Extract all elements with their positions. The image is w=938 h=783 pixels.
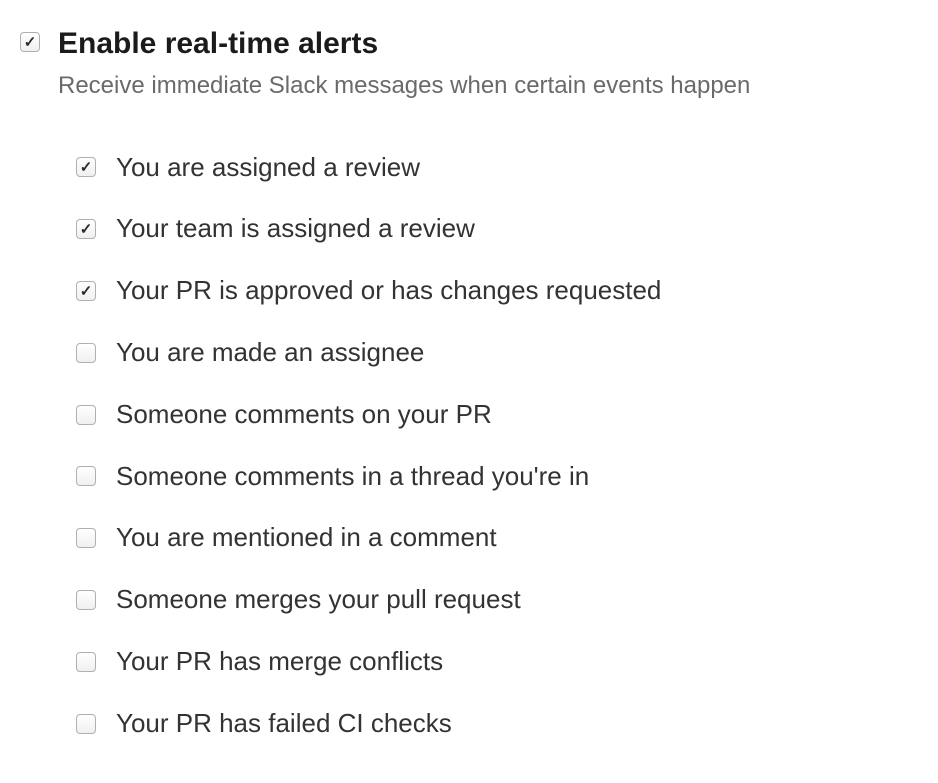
option-row: You are mentioned in a comment: [76, 521, 918, 555]
header-text: Enable real-time alerts Receive immediat…: [58, 24, 750, 103]
option-label: Someone comments in a thread you're in: [116, 460, 589, 494]
option-row: You are assigned a review: [76, 151, 918, 185]
option-checkbox-team-assigned-review[interactable]: [76, 219, 96, 239]
option-label: You are made an assignee: [116, 336, 424, 370]
option-checkbox-comments-on-pr[interactable]: [76, 405, 96, 425]
enable-alerts-checkbox-wrap: [20, 24, 40, 52]
option-label: Someone merges your pull request: [116, 583, 521, 617]
option-row: Your PR has merge conflicts: [76, 645, 918, 679]
option-label: Someone comments on your PR: [116, 398, 492, 432]
enable-alerts-checkbox[interactable]: [20, 32, 40, 52]
option-checkbox-mentioned-in-comment[interactable]: [76, 528, 96, 548]
header-title: Enable real-time alerts: [58, 24, 750, 63]
option-label: You are assigned a review: [116, 151, 420, 185]
option-checkbox-assigned-review[interactable]: [76, 157, 96, 177]
option-checkbox-merge-conflicts[interactable]: [76, 652, 96, 672]
option-row: Someone comments in a thread you're in: [76, 460, 918, 494]
header-subtitle: Receive immediate Slack messages when ce…: [58, 69, 750, 103]
option-label: Your PR is approved or has changes reque…: [116, 274, 661, 308]
option-label: Your PR has merge conflicts: [116, 645, 443, 679]
option-checkbox-failed-ci[interactable]: [76, 714, 96, 734]
option-checkbox-merges-pr[interactable]: [76, 590, 96, 610]
option-row: Your team is assigned a review: [76, 212, 918, 246]
option-row: Someone merges your pull request: [76, 583, 918, 617]
option-checkbox-comments-in-thread[interactable]: [76, 466, 96, 486]
option-row: You are made an assignee: [76, 336, 918, 370]
option-label: Your PR has failed CI checks: [116, 707, 452, 741]
option-label: You are mentioned in a comment: [116, 521, 497, 555]
option-row: Someone comments on your PR: [76, 398, 918, 432]
option-row: Your PR has failed CI checks: [76, 707, 918, 741]
option-checkbox-pr-approved-or-changes[interactable]: [76, 281, 96, 301]
option-row: Your PR is approved or has changes reque…: [76, 274, 918, 308]
header-section: Enable real-time alerts Receive immediat…: [20, 24, 918, 103]
option-label: Your team is assigned a review: [116, 212, 475, 246]
option-checkbox-made-assignee[interactable]: [76, 343, 96, 363]
alert-options-list: You are assigned a review Your team is a…: [20, 151, 918, 741]
